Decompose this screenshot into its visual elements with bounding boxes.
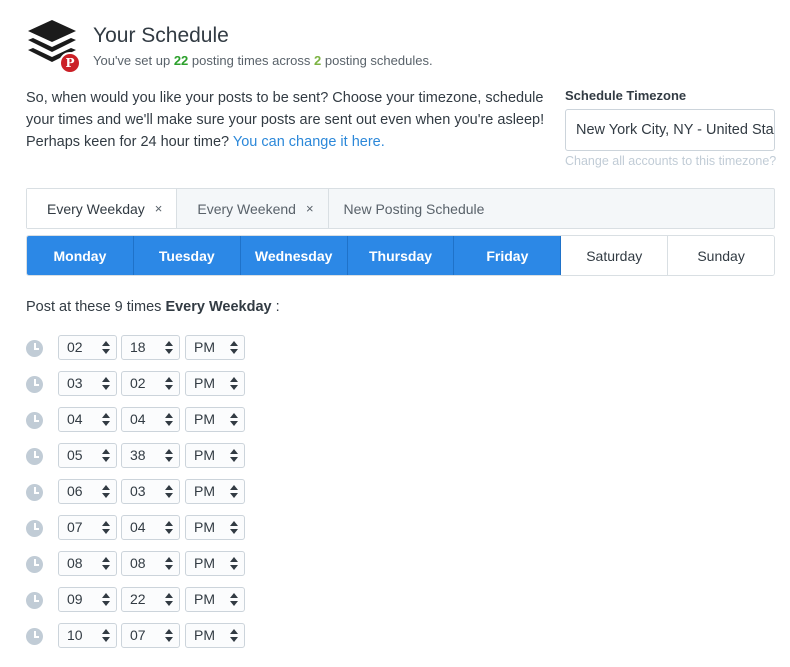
minute-select[interactable]: 07 (121, 623, 180, 648)
schedule-tabs: Every Weekday × Every Weekend × New Post… (26, 188, 775, 229)
schedule-summary: You've set up 22 posting times across 2 … (93, 53, 433, 68)
day-selector: Monday Tuesday Wednesday Thursday Friday… (26, 235, 775, 276)
close-icon[interactable]: × (155, 201, 163, 216)
day-saturday[interactable]: Saturday (561, 236, 669, 275)
select-arrows-icon (102, 449, 110, 463)
hour-select[interactable]: 10 (58, 623, 117, 648)
day-thursday[interactable]: Thursday (347, 236, 455, 275)
tab-every-weekend[interactable]: Every Weekend × (177, 189, 329, 228)
select-arrows-icon (165, 377, 173, 391)
pinterest-icon: P (59, 52, 81, 74)
time-row: 08 08 PM (26, 551, 266, 577)
select-arrows-icon (165, 521, 173, 535)
day-sunday[interactable]: Sunday (668, 236, 774, 275)
timezone-label: Schedule Timezone (565, 88, 687, 103)
select-arrows-icon (230, 413, 238, 427)
select-arrows-icon (102, 521, 110, 535)
timezone-input[interactable]: New York City, NY - United States (565, 109, 775, 151)
change-time-format-link[interactable]: You can change it here. (233, 134, 385, 150)
select-arrows-icon (230, 593, 238, 607)
select-arrows-icon (230, 557, 238, 571)
select-arrows-icon (102, 413, 110, 427)
hour-select[interactable]: 08 (58, 551, 117, 576)
posting-times-count: 22 (173, 53, 189, 68)
ampm-select[interactable]: PM (185, 371, 245, 396)
minute-select[interactable]: 38 (121, 443, 180, 468)
change-all-timezone-link[interactable]: Change all accounts to this timezone? (565, 154, 776, 168)
tab-every-weekday[interactable]: Every Weekday × (27, 189, 178, 228)
clock-icon (26, 484, 43, 501)
ampm-select[interactable]: PM (185, 335, 245, 360)
ampm-select[interactable]: PM (185, 515, 245, 540)
close-icon[interactable]: × (306, 201, 314, 216)
minute-select[interactable]: 04 (121, 407, 180, 432)
page-title: Your Schedule (93, 24, 229, 47)
day-friday[interactable]: Friday (454, 236, 562, 275)
select-arrows-icon (102, 629, 110, 643)
minute-select[interactable]: 04 (121, 515, 180, 540)
ampm-select[interactable]: PM (185, 551, 245, 576)
clock-icon (26, 412, 43, 429)
minute-select[interactable]: 03 (121, 479, 180, 504)
ampm-select[interactable]: PM (185, 479, 245, 504)
select-arrows-icon (165, 557, 173, 571)
hour-select[interactable]: 04 (58, 407, 117, 432)
time-row: 03 02 PM (26, 371, 266, 397)
clock-icon (26, 556, 43, 573)
select-arrows-icon (102, 485, 110, 499)
select-arrows-icon (102, 593, 110, 607)
select-arrows-icon (165, 593, 173, 607)
hour-select[interactable]: 02 (58, 335, 117, 360)
select-arrows-icon (165, 413, 173, 427)
select-arrows-icon (230, 449, 238, 463)
ampm-select[interactable]: PM (185, 587, 245, 612)
hour-select[interactable]: 07 (58, 515, 117, 540)
select-arrows-icon (230, 485, 238, 499)
post-at-heading: Post at these 9 times Every Weekday : (26, 299, 280, 315)
schedules-count: 2 (314, 53, 322, 68)
select-arrows-icon (165, 485, 173, 499)
hour-select[interactable]: 05 (58, 443, 117, 468)
minute-select[interactable]: 02 (121, 371, 180, 396)
select-arrows-icon (230, 377, 238, 391)
select-arrows-icon (230, 341, 238, 355)
day-tuesday[interactable]: Tuesday (133, 236, 241, 275)
time-row: 05 38 PM (26, 443, 266, 469)
select-arrows-icon (102, 377, 110, 391)
select-arrows-icon (165, 629, 173, 643)
clock-icon (26, 376, 43, 393)
time-row: 04 04 PM (26, 407, 266, 433)
minute-select[interactable]: 22 (121, 587, 180, 612)
clock-icon (26, 340, 43, 357)
select-arrows-icon (102, 341, 110, 355)
minute-select[interactable]: 08 (121, 551, 180, 576)
time-row: 02 18 PM (26, 335, 266, 361)
select-arrows-icon (230, 629, 238, 643)
clock-icon (26, 448, 43, 465)
day-monday[interactable]: Monday (27, 236, 134, 275)
select-arrows-icon (102, 557, 110, 571)
day-wednesday[interactable]: Wednesday (240, 236, 348, 275)
ampm-select[interactable]: PM (185, 407, 245, 432)
ampm-select[interactable]: PM (185, 623, 245, 648)
intro-text: So, when would you like your posts to be… (26, 90, 545, 150)
hour-select[interactable]: 06 (58, 479, 117, 504)
clock-icon (26, 592, 43, 609)
ampm-select[interactable]: PM (185, 443, 245, 468)
time-row: 07 04 PM (26, 515, 266, 541)
select-arrows-icon (165, 341, 173, 355)
select-arrows-icon (165, 449, 173, 463)
select-arrows-icon (230, 521, 238, 535)
hour-select[interactable]: 09 (58, 587, 117, 612)
minute-select[interactable]: 18 (121, 335, 180, 360)
time-row: 10 07 PM (26, 623, 266, 649)
tab-new-posting-schedule[interactable]: New Posting Schedule (329, 189, 499, 228)
time-row: 06 03 PM (26, 479, 266, 505)
time-row: 09 22 PM (26, 587, 266, 613)
hour-select[interactable]: 03 (58, 371, 117, 396)
clock-icon (26, 520, 43, 537)
clock-icon (26, 628, 43, 645)
